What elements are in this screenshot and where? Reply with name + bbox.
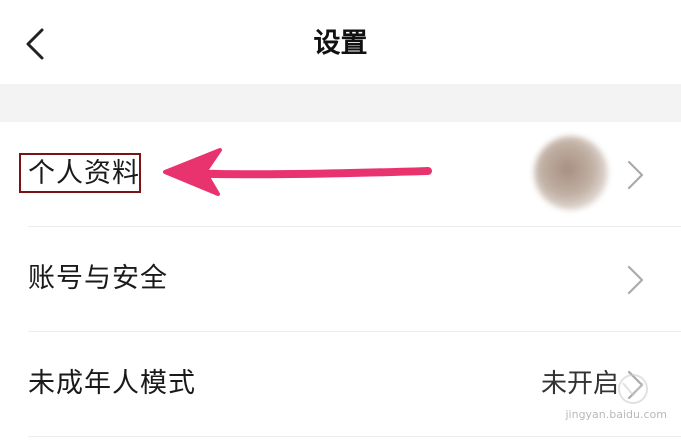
- watermark-text: jingyan.baidu.com: [565, 408, 667, 421]
- watermark-logo-icon: [618, 374, 648, 404]
